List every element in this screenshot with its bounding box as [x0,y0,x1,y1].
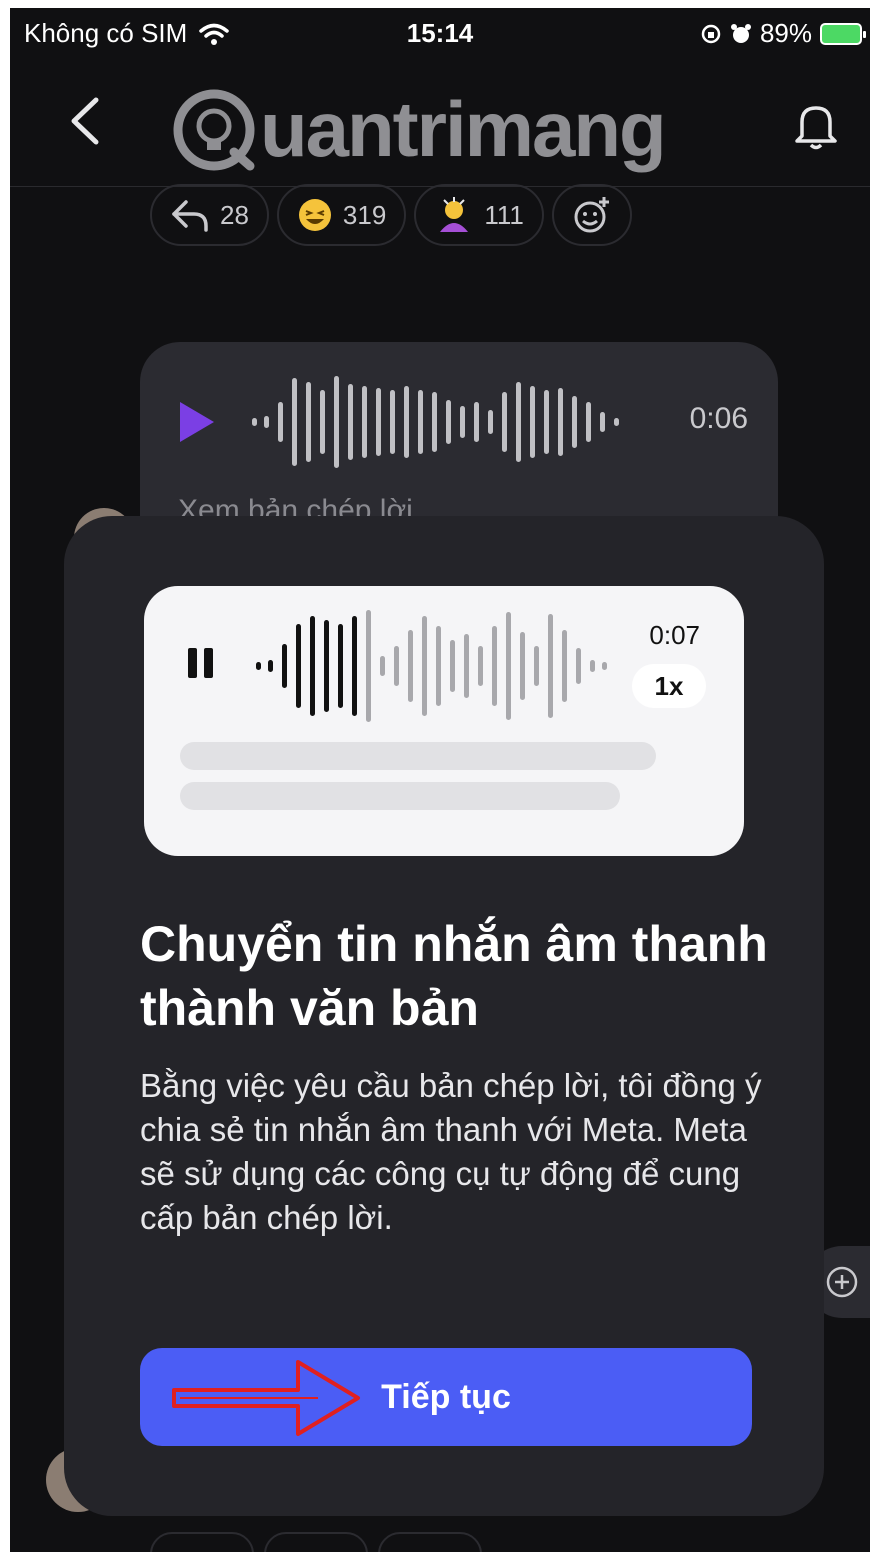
battery-percent: 89% [759,18,812,48]
transcription-consent-modal: 0:07 1x Chuyển tin nhắn âm thanh thành v… [64,516,824,1516]
continue-button-label: Tiếp tục [381,1377,511,1416]
transcript-placeholder-line [180,742,656,770]
reaction-pill[interactable] [150,1532,254,1552]
reply-count-pill[interactable]: 28 [150,184,269,246]
rotation-lock-icon [701,24,721,43]
alarm-icon [730,23,751,43]
playback-speed-badge: 1x [632,664,706,708]
add-reaction-pill[interactable] [551,184,632,246]
person-reaction-count: 111 [484,199,524,230]
status-right: 89% [700,18,866,49]
voice-duration: 0:06 [689,402,748,435]
add-reaction-icon [574,197,609,233]
next-message-reactions [150,1532,482,1552]
logo-text: uantrimang [260,85,667,173]
red-annotation-arrow-icon [172,1360,360,1436]
watermark-logo: uantrimang [172,84,667,175]
voice-waveform [252,376,619,468]
pause-icon [188,648,214,678]
bell-icon[interactable] [792,100,840,150]
preview-waveform [256,610,607,722]
battery-charging-icon [820,22,866,45]
add-circle-icon [826,1266,858,1298]
voice-preview-card: 0:07 1x [144,586,744,856]
reply-count: 28 [220,199,249,230]
status-bar: Không có SIM 15:14 89% [10,8,870,60]
lightbulb-logo-icon [173,89,255,170]
modal-description: Bằng việc yêu cầu bản chép lời, tôi đồng… [140,1067,762,1236]
laugh-reaction-pill[interactable]: 319 [276,184,407,246]
preview-duration: 0:07 [649,620,700,650]
laughing-emoji-icon [298,199,331,231]
person-emoji-icon [440,197,469,232]
modal-title: Chuyển tin nhắn âm thanh thành văn bản [140,916,768,1036]
reaction-pill[interactable] [264,1532,368,1552]
reaction-bar: 28 319 111 [150,184,632,246]
transcript-placeholder-line [180,782,620,810]
laugh-count: 319 [342,199,387,230]
chat-header: uantrimang [10,60,870,187]
reaction-pill[interactable] [378,1532,482,1552]
phone-screen: Không có SIM 15:14 89% uantrimang 28 319… [10,8,870,1552]
back-chevron-icon[interactable] [68,96,100,146]
reply-icon [172,200,208,232]
play-icon[interactable] [180,402,214,442]
person-reaction-pill[interactable]: 111 [414,184,544,246]
